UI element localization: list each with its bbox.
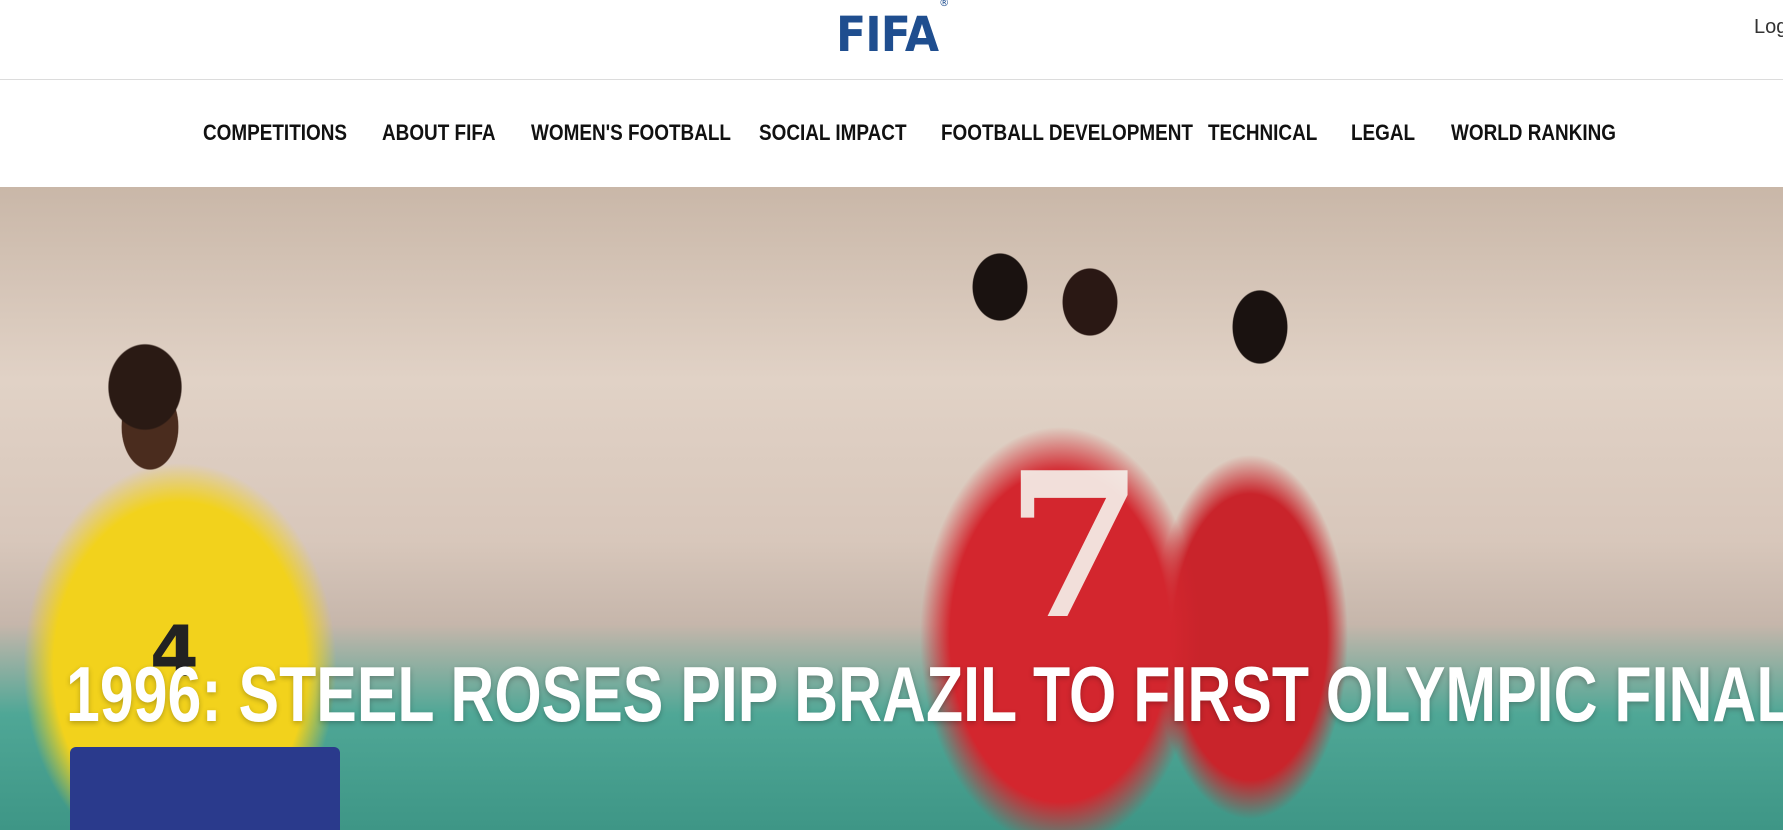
login-link[interactable]: Log (1754, 16, 1783, 39)
nav-item-technical[interactable]: TECHNICAL (1208, 120, 1317, 146)
nav-item-competitions[interactable]: COMPETITIONS (203, 120, 347, 146)
article-title[interactable]: 1996: STEEL ROSES PIP BRAZIL TO FIRST OL… (66, 655, 1783, 733)
registered-mark: ® (939, 0, 949, 9)
nav-item-social-impact[interactable]: SOCIAL IMPACT (759, 120, 907, 146)
nav-item-legal[interactable]: LEGAL (1351, 120, 1415, 146)
nav-item-football-development[interactable]: FOOTBALL DEVELOPMENT (941, 120, 1193, 146)
hero-image[interactable]: 4 7 1996: STEEL ROSES PIP BRAZIL TO FIRS… (0, 187, 1783, 830)
nav-item-about-fifa[interactable]: ABOUT FIFA (382, 120, 496, 146)
shirt-number-china: 7 (1005, 429, 1145, 664)
main-navigation: COMPETITIONS ABOUT FIFA WOMEN'S FOOTBALL… (0, 80, 1783, 187)
logo-text: FIFA (836, 7, 939, 63)
nav-item-world-ranking[interactable]: WORLD RANKING (1451, 120, 1616, 146)
player-shorts (70, 747, 340, 830)
nav-item-womens-football[interactable]: WOMEN'S FOOTBALL (531, 120, 731, 146)
top-bar: FIFA® Log (0, 0, 1783, 80)
fifa-logo[interactable]: FIFA® (836, 0, 949, 63)
